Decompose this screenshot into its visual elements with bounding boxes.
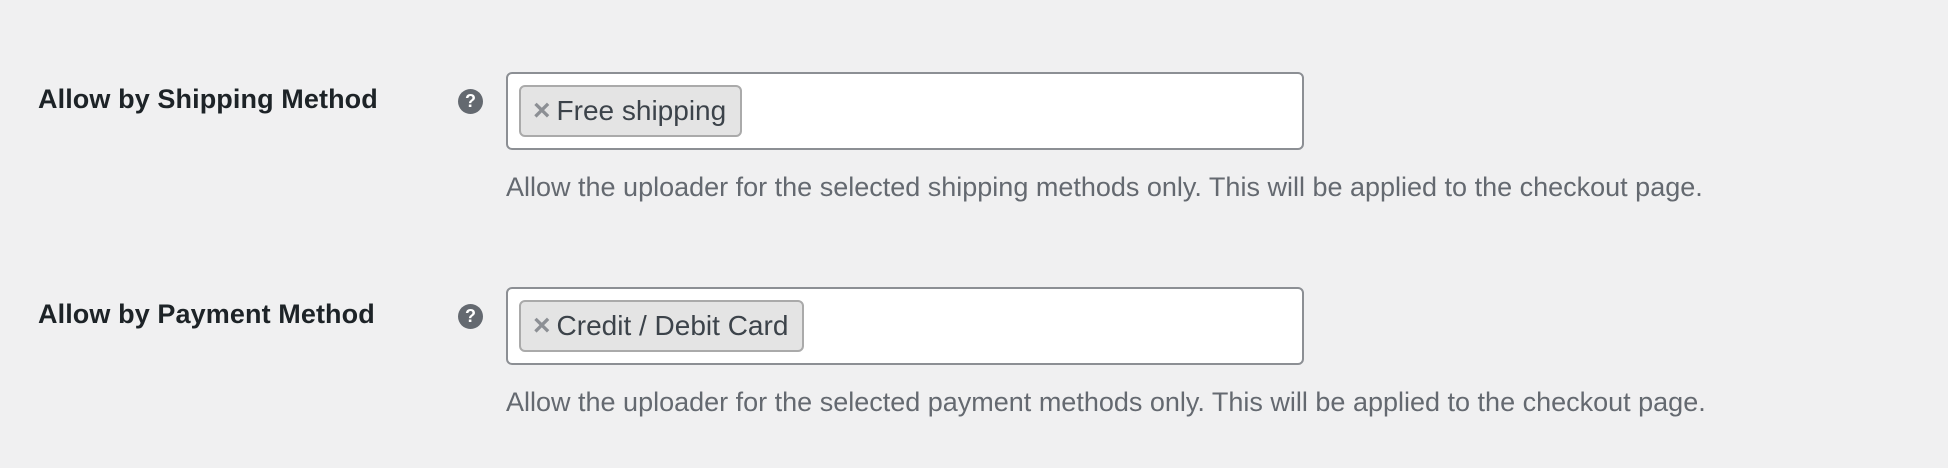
selected-tag-credit-debit-card: × Credit / Debit Card [519, 300, 805, 352]
shipping-method-select[interactable]: × Free shipping [506, 72, 1304, 150]
selected-tag-label: Credit / Debit Card [556, 310, 789, 341]
shipping-method-description: Allow the uploader for the selected ship… [506, 172, 1703, 202]
shipping-method-label: Allow by Shipping Method [38, 84, 378, 114]
selected-tag-label: Free shipping [556, 95, 727, 126]
payment-method-row: Allow by Payment Method ? × Credit / Deb… [0, 287, 1948, 467]
payment-method-label: Allow by Payment Method [38, 299, 375, 329]
remove-tag-icon[interactable]: × [533, 96, 551, 126]
remove-tag-icon[interactable]: × [533, 311, 551, 341]
payment-method-select[interactable]: × Credit / Debit Card [506, 287, 1304, 365]
selected-tag-free-shipping: × Free shipping [519, 85, 743, 137]
shipping-method-row: Allow by Shipping Method ? × Free shippi… [0, 72, 1948, 252]
question-circle-icon[interactable]: ? [458, 304, 483, 329]
payment-method-description: Allow the uploader for the selected paym… [506, 387, 1706, 417]
question-circle-icon[interactable]: ? [458, 89, 483, 114]
